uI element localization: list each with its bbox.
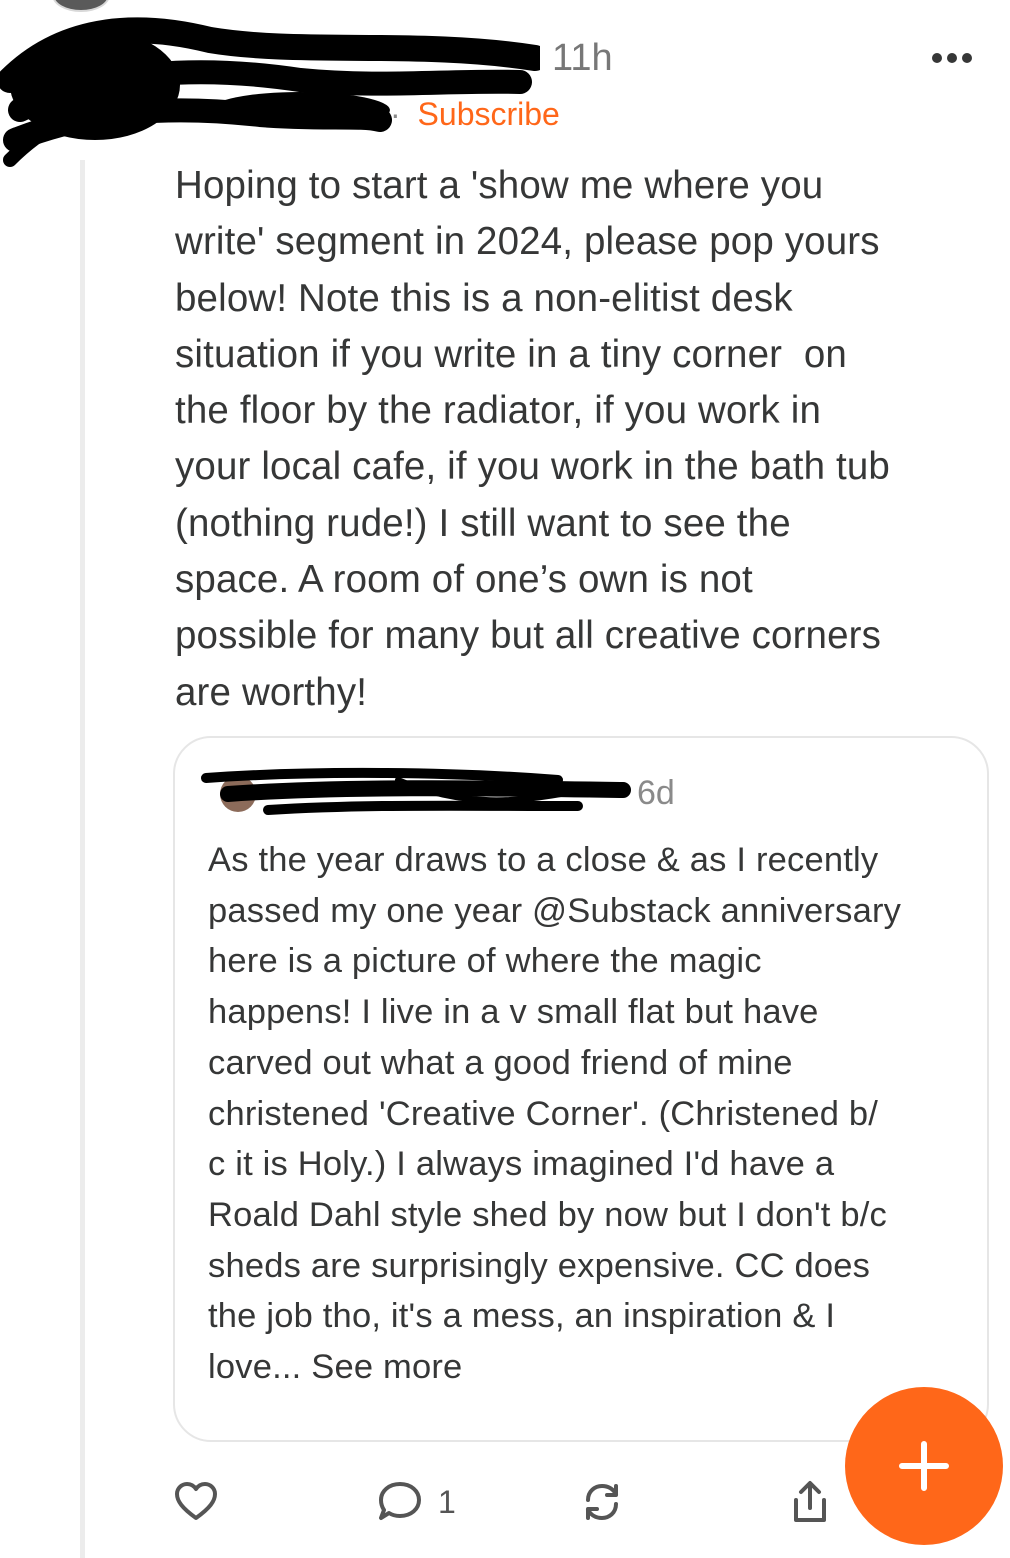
- plus-icon: [899, 1441, 949, 1491]
- ellipsis-icon: [932, 53, 972, 63]
- post-meta: · Subscribe: [390, 96, 560, 133]
- post-body-line: are worthy!: [175, 670, 368, 714]
- quote-truncated-text: love...: [208, 1348, 302, 1387]
- comment-button[interactable]: 1: [376, 1474, 456, 1530]
- share-button[interactable]: [786, 1474, 834, 1530]
- more-options-button[interactable]: [922, 38, 982, 78]
- post-body-line: the floor by the radiator, if you work i…: [175, 389, 822, 433]
- quote-body-line: happens! I live in a v small flat but ha…: [208, 993, 819, 1032]
- redacted-quote-author: [201, 767, 631, 815]
- restack-button[interactable]: [578, 1474, 626, 1530]
- redacted-author-name: [0, 17, 540, 167]
- speech-bubble-icon: [379, 1482, 421, 1520]
- quote-body-line: carved out what a good friend of mine: [208, 1043, 793, 1082]
- post-body-line: your local cafe, if you work in the bath…: [175, 445, 890, 489]
- post-body-line: situation if you write in a tiny corner …: [175, 332, 847, 376]
- see-more-link[interactable]: See more: [311, 1348, 462, 1386]
- post-body-line: space. A room of one’s own is not: [175, 558, 753, 602]
- comment-count: 1: [438, 1483, 456, 1520]
- share-icon: [794, 1481, 826, 1522]
- restack-icon: [586, 1483, 618, 1521]
- post-body-line: below! Note this is a non-elitist desk: [175, 276, 793, 320]
- subscribe-button[interactable]: Subscribe: [418, 96, 560, 132]
- post-body-line: possible for many but all creative corne…: [175, 614, 882, 658]
- meta-separator: ·: [390, 96, 401, 132]
- heart-icon: [175, 1482, 217, 1520]
- quote-body-line: here is a picture of where the magic: [208, 942, 762, 981]
- quote-last-line: love... See more: [208, 1342, 978, 1393]
- like-button[interactable]: [172, 1474, 220, 1530]
- quote-body-line: passed my one year @Substack anniversary: [208, 891, 902, 930]
- post-body: Hoping to start a 'show me where you wri…: [175, 158, 995, 721]
- quote-body-line: sheds are surprisingly expensive. CC doe…: [208, 1246, 871, 1285]
- quote-body: As the year draws to a close & as I rece…: [208, 835, 978, 1393]
- compose-button[interactable]: [845, 1387, 1003, 1545]
- post-time: 11h: [552, 37, 613, 79]
- post-body-line: write' segment in 2024, please pop yours: [175, 220, 880, 264]
- quote-body-line: As the year draws to a close & as I rece…: [208, 841, 879, 879]
- quote-body-line: the job tho, it's a mess, an inspiration…: [208, 1297, 836, 1336]
- quote-body-line: Roald Dahl style shed by now but I don't…: [208, 1195, 887, 1234]
- thread-line: [80, 160, 85, 1558]
- quote-time: 6d: [637, 774, 675, 812]
- post-body-line: Hoping to start a 'show me where you: [175, 164, 824, 207]
- quote-body-line: c it is Holy.) I always imagined I'd hav…: [208, 1145, 835, 1184]
- post-body-line: (nothing rude!) I still want to see the: [175, 501, 791, 545]
- quote-body-line: christened 'Creative Corner'. (Christene…: [208, 1094, 879, 1133]
